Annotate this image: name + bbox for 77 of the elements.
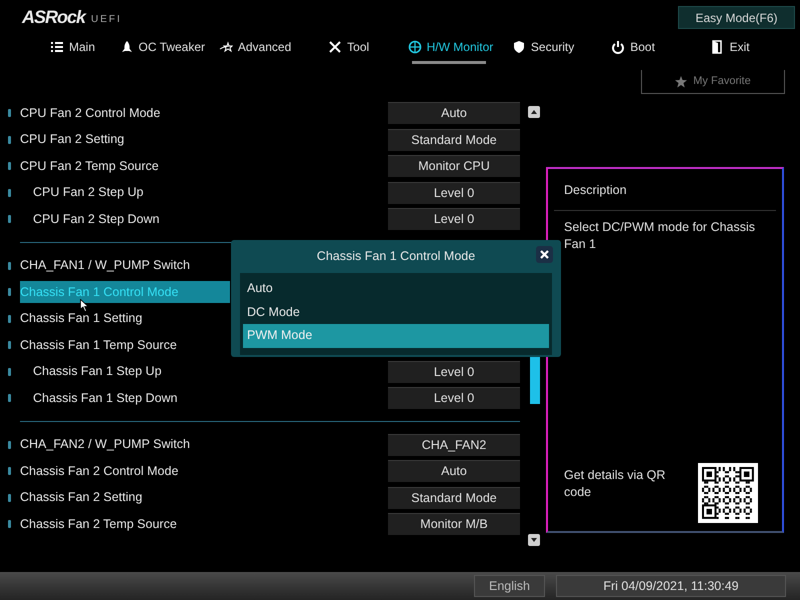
tools-icon <box>328 40 342 54</box>
description-text: Select DC/PWM mode for Chassis Fan 1 <box>563 218 756 253</box>
mouse-pointer-icon <box>80 299 89 312</box>
setting-label[interactable]: Chassis Fan 2 Setting <box>20 486 142 509</box>
nav-tab[interactable]: Exit <box>710 36 800 58</box>
value-button[interactable]: CHA_FAN2 <box>388 434 520 456</box>
dialog-title: Chassis Fan 1 Control Mode <box>316 248 476 265</box>
row-bullet-icon <box>8 341 11 350</box>
row-bullet-icon <box>8 440 11 449</box>
setting-label[interactable]: Chassis Fan 2 Control Mode <box>20 460 178 482</box>
triangle-down-icon <box>531 538 537 542</box>
star-icon <box>218 40 233 54</box>
setting-label[interactable]: CPU Fan 2 Step Up <box>20 182 144 204</box>
row-bullet-icon <box>8 215 11 224</box>
nav-tab[interactable]: Tool <box>328 36 408 58</box>
value-button[interactable]: Standard Mode <box>388 486 520 509</box>
value-button[interactable]: Monitor M/B <box>388 513 520 536</box>
value-button[interactable]: Monitor CPU <box>388 155 520 178</box>
setting-label[interactable]: Chassis Fan 2 Temp Source <box>20 513 177 536</box>
qr-code <box>698 463 758 523</box>
row-bullet-icon <box>8 288 11 296</box>
row-bullet-icon <box>8 314 11 323</box>
row-bullet-icon <box>8 467 11 476</box>
nav-tab[interactable]: Boot <box>611 36 711 58</box>
description-title: Description <box>554 169 776 211</box>
row-bullet-icon <box>8 109 11 118</box>
brand-logo: ASRock <box>22 8 86 26</box>
target-icon <box>408 40 422 54</box>
setting-label[interactable]: Chassis Fan 1 Setting <box>20 308 142 330</box>
list-icon <box>50 40 64 54</box>
value-button[interactable]: Auto <box>388 102 520 124</box>
scroll-up-button[interactable] <box>528 106 540 118</box>
value-button[interactable]: Level 0 <box>388 182 520 204</box>
triangle-up-icon <box>531 110 537 114</box>
setting-label[interactable]: Chassis Fan 1 Step Up <box>20 360 162 383</box>
qr-caption: Get details via QR code <box>564 467 666 501</box>
brand-suffix: UEFI <box>91 15 122 26</box>
row-bullet-icon <box>8 188 11 197</box>
nav-tab[interactable]: OC Tweaker <box>120 36 219 58</box>
shield-icon <box>512 40 526 54</box>
close-icon <box>540 250 549 259</box>
star-icon <box>675 76 688 88</box>
row-bullet-icon <box>8 162 11 170</box>
setting-label[interactable]: CPU Fan 2 Step Down <box>20 208 160 230</box>
row-bullet-icon <box>8 520 11 528</box>
datetime-button[interactable]: Fri 04/09/2021, 11:30:49 <box>556 575 786 597</box>
row-bullet-icon <box>8 494 11 502</box>
close-button[interactable] <box>536 246 553 263</box>
value-button[interactable]: Auto <box>388 460 520 482</box>
setting-label[interactable]: CPU Fan 2 Control Mode <box>20 102 160 124</box>
value-button[interactable]: Standard Mode <box>388 128 520 151</box>
value-button[interactable]: Level 0 <box>388 387 520 410</box>
value-button[interactable]: Level 0 <box>388 208 520 230</box>
easy-mode-button[interactable]: Easy Mode(F6) <box>678 6 795 29</box>
dialog-option[interactable]: DC Mode <box>243 300 549 324</box>
setting-label[interactable]: CHA_FAN2 / W_PUMP Switch <box>20 434 190 456</box>
nav-tab[interactable]: Advanced <box>218 36 328 58</box>
door-icon <box>710 40 725 54</box>
row-bullet-icon <box>8 394 11 402</box>
power-icon <box>611 40 626 54</box>
scroll-down-button[interactable] <box>528 534 540 546</box>
rocket-icon <box>120 40 134 54</box>
favorite-button[interactable]: My Favorite <box>641 70 785 94</box>
value-button[interactable]: Level 0 <box>388 360 520 383</box>
setting-label[interactable]: Chassis Fan 1 Temp Source <box>20 334 177 356</box>
row-bullet-icon <box>8 262 11 270</box>
setting-label[interactable]: Chassis Fan 1 Step Down <box>20 387 178 410</box>
dialog-option[interactable]: Auto <box>243 277 549 300</box>
language-button[interactable]: English <box>474 575 545 597</box>
nav-tab[interactable]: Main <box>50 36 120 58</box>
setting-label[interactable]: CPU Fan 2 Setting <box>20 128 124 151</box>
row-bullet-icon <box>8 136 11 144</box>
setting-label[interactable]: CHA_FAN1 / W_PUMP Switch <box>20 254 190 277</box>
row-bullet-icon <box>8 368 11 376</box>
nav-tab[interactable]: Security <box>512 36 612 58</box>
nav-tab[interactable]: H/W Monitor <box>408 36 512 58</box>
setting-label[interactable]: CPU Fan 2 Temp Source <box>20 155 159 178</box>
